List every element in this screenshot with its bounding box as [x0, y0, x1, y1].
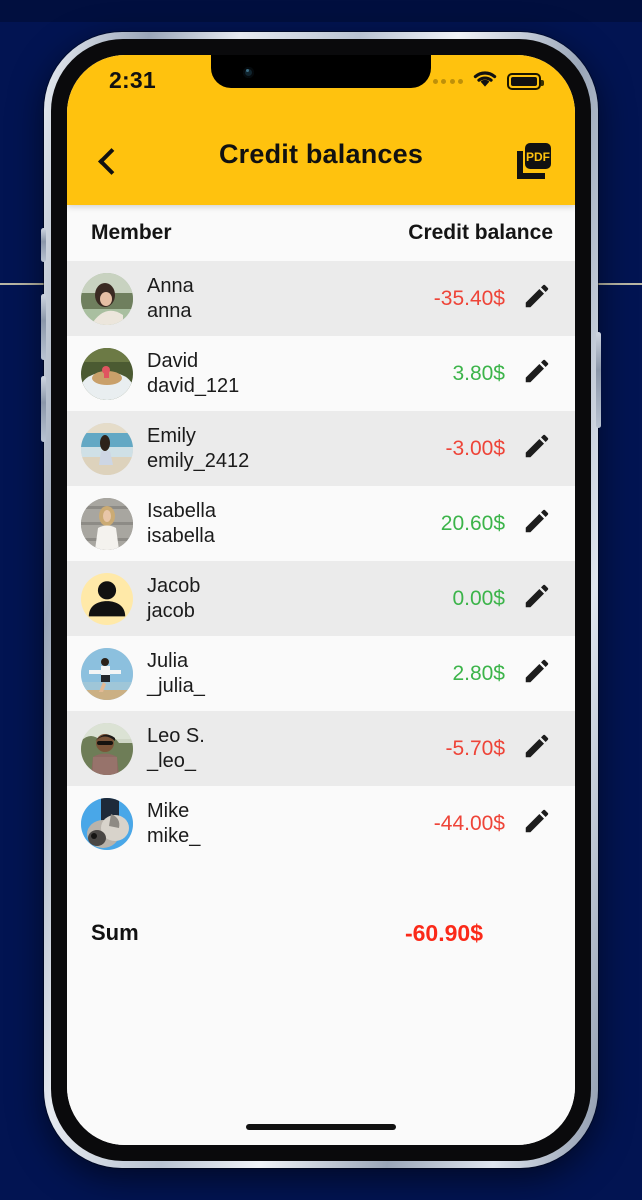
signal-dots-icon	[432, 78, 463, 84]
table-row[interactable]: Leo S. _leo_ -5.70$	[67, 711, 575, 786]
pencil-icon	[522, 581, 552, 616]
phone-screen: 2:31 Credit balances PDF Member Credit b…	[67, 55, 575, 1145]
wifi-icon	[472, 69, 498, 93]
member-names: Emily emily_2412	[147, 424, 249, 473]
member-username: anna	[147, 299, 192, 322]
volume-down-button[interactable]	[41, 376, 46, 442]
pencil-icon	[522, 806, 552, 841]
sum-value: -60.90$	[404, 919, 483, 946]
pencil-icon	[522, 356, 552, 391]
table-row[interactable]: Emily emily_2412 -3.00$	[67, 411, 575, 486]
member-name: Jacob	[147, 575, 201, 598]
member-username: david_121	[147, 374, 240, 397]
pencil-icon	[522, 731, 552, 766]
member-name: Mike	[147, 800, 190, 823]
table-row[interactable]: Julia _julia_ 2.80$	[67, 636, 575, 711]
avatar	[81, 572, 133, 625]
member-name: Isabella	[147, 500, 216, 523]
sum-row: Sum -60.90$	[67, 893, 575, 973]
pencil-icon	[522, 431, 552, 466]
power-button[interactable]	[596, 332, 601, 428]
member-names: Mike mike_	[147, 799, 200, 848]
member-username: _julia_	[147, 674, 205, 697]
credit-balance-value: -5.70$	[445, 736, 505, 760]
member-username: mike_	[147, 824, 201, 847]
member-names: Isabella isabella	[147, 499, 216, 548]
sum-label: Sum	[91, 920, 139, 945]
member-names: Anna anna	[147, 274, 194, 323]
edit-button[interactable]	[517, 429, 557, 469]
credit-balance-value: 20.60$	[440, 511, 505, 535]
edit-button[interactable]	[517, 579, 557, 619]
table-row[interactable]: Anna anna -35.40$	[67, 261, 575, 336]
member-name: David	[147, 350, 199, 373]
credit-balance-value: 0.00$	[452, 586, 505, 610]
edit-button[interactable]	[517, 504, 557, 544]
member-name: Leo S.	[147, 725, 205, 748]
column-header-member: Member	[91, 221, 172, 244]
member-username: _leo_	[147, 749, 196, 772]
member-name: Julia	[147, 650, 189, 673]
member-names: Jacob jacob	[147, 574, 200, 623]
edit-button[interactable]	[517, 729, 557, 769]
pdf-export-button[interactable]: PDF	[509, 137, 557, 185]
member-username: isabella	[147, 524, 215, 547]
member-username: emily_2412	[147, 449, 250, 472]
column-header-balance: Credit balance	[408, 221, 553, 244]
member-name: Anna	[147, 275, 194, 298]
credit-balance-value: 2.80$	[452, 661, 505, 685]
credit-balance-value: -35.40$	[433, 286, 505, 310]
pencil-icon	[522, 506, 552, 541]
table-row[interactable]: David david_121 3.80$	[67, 336, 575, 411]
battery-full-icon	[507, 72, 544, 90]
backdrop-top-band	[0, 0, 642, 22]
credit-balance-value: 3.80$	[452, 361, 505, 385]
app-bar: Credit balances PDF	[67, 115, 575, 205]
mute-switch[interactable]	[41, 228, 46, 262]
avatar	[81, 422, 133, 475]
edit-button[interactable]	[517, 279, 557, 319]
pencil-icon	[522, 281, 552, 316]
member-names: David david_121	[147, 349, 239, 398]
volume-up-button[interactable]	[41, 294, 46, 360]
member-names: Leo S. _leo_	[147, 724, 205, 773]
avatar	[81, 497, 133, 550]
avatar	[81, 272, 133, 325]
page-backdrop: 2:31 Credit balances PDF Member Credit b…	[0, 0, 642, 1200]
phone-frame: 2:31 Credit balances PDF Member Credit b…	[41, 32, 601, 1168]
svg-text:PDF: PDF	[526, 150, 550, 164]
pdf-export-icon: PDF	[509, 143, 557, 189]
credit-balance-value: -44.00$	[433, 811, 505, 835]
display-notch	[211, 55, 431, 88]
edit-button[interactable]	[517, 354, 557, 394]
page-title: Credit balances	[218, 139, 424, 169]
edit-button[interactable]	[517, 654, 557, 694]
edit-button[interactable]	[517, 804, 557, 844]
avatar	[81, 722, 133, 775]
pencil-icon	[522, 656, 552, 691]
avatar	[81, 347, 133, 400]
avatar	[81, 647, 133, 700]
phone-bezel: 2:31 Credit balances PDF Member Credit b…	[51, 39, 591, 1161]
table-column-header: Member Credit balance	[67, 205, 575, 261]
table-row[interactable]: Jacob jacob 0.00$	[67, 561, 575, 636]
home-indicator[interactable]	[246, 1124, 396, 1130]
member-name: Emily	[147, 425, 196, 448]
member-names: Julia _julia_	[147, 649, 205, 698]
status-bar-clock: 2:31	[109, 67, 156, 93]
front-camera-icon	[243, 67, 254, 78]
status-bar-indicators	[432, 69, 544, 93]
table-row[interactable]: Mike mike_ -44.00$	[67, 786, 575, 861]
content-area: Member Credit balance Anna anna -35.40$ …	[67, 205, 575, 1145]
table-row[interactable]: Isabella isabella 20.60$	[67, 486, 575, 561]
member-username: jacob	[147, 599, 195, 622]
avatar	[81, 797, 133, 850]
person-icon	[81, 573, 133, 625]
credit-balance-value: -3.00$	[445, 436, 505, 460]
